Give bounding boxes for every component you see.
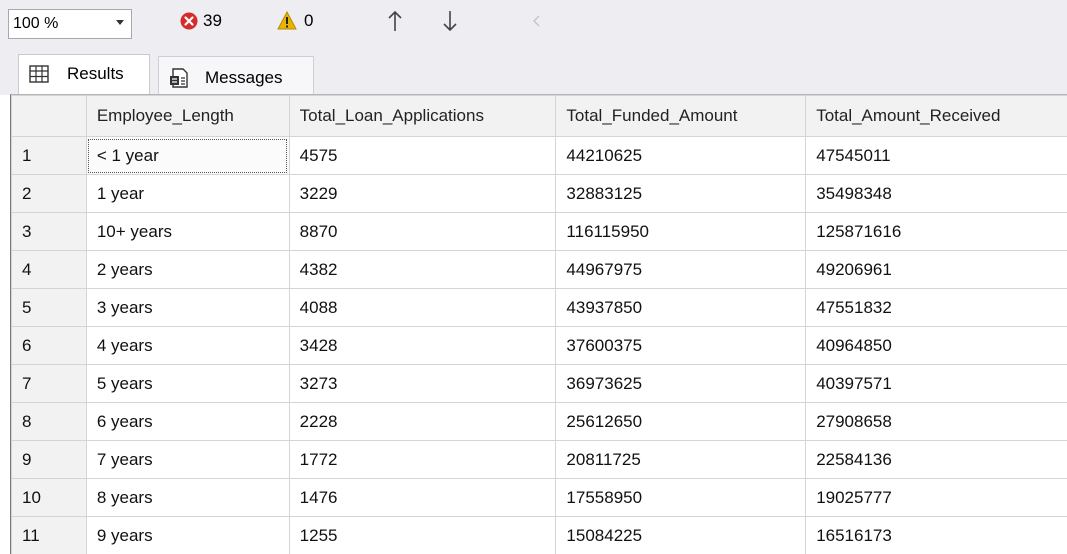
table-cell[interactable]: 1772 bbox=[289, 441, 556, 479]
table-cell[interactable]: 4575 bbox=[289, 137, 556, 175]
table-cell[interactable]: 1 year bbox=[86, 175, 289, 213]
table-cell[interactable]: 1476 bbox=[289, 479, 556, 517]
column-header-total-funded-amount[interactable]: Total_Funded_Amount bbox=[556, 96, 806, 137]
table-cell[interactable]: 40964850 bbox=[806, 327, 1067, 365]
table-cell[interactable]: 47545011 bbox=[806, 137, 1067, 175]
table-cell[interactable]: 15084225 bbox=[556, 517, 806, 554]
table-cell[interactable]: 7 years bbox=[86, 441, 289, 479]
results-table: Employee_Length Total_Loan_Applications … bbox=[11, 95, 1067, 554]
table-cell[interactable]: 4088 bbox=[289, 289, 556, 327]
column-header-employee-length[interactable]: Employee_Length bbox=[86, 96, 289, 137]
error-count[interactable]: 39 bbox=[203, 11, 222, 31]
column-header-total-loan-applications[interactable]: Total_Loan_Applications bbox=[289, 96, 556, 137]
results-grid: Employee_Length Total_Loan_Applications … bbox=[10, 94, 1067, 554]
table-cell[interactable]: 9 years bbox=[86, 517, 289, 554]
table-cell[interactable]: 44967975 bbox=[556, 251, 806, 289]
table-cell[interactable]: 3428 bbox=[289, 327, 556, 365]
table-cell[interactable]: 37600375 bbox=[556, 327, 806, 365]
row-number[interactable]: 7 bbox=[12, 365, 87, 403]
table-cell[interactable]: < 1 year bbox=[86, 137, 289, 175]
warning-count[interactable]: 0 bbox=[304, 11, 313, 31]
table-cell[interactable]: 17558950 bbox=[556, 479, 806, 517]
table-row[interactable]: 75 years32733697362540397571 bbox=[12, 365, 1067, 403]
table-cell[interactable]: 35498348 bbox=[806, 175, 1067, 213]
row-number[interactable]: 2 bbox=[12, 175, 87, 213]
error-icon[interactable] bbox=[180, 12, 198, 30]
table-row[interactable]: 310+ years8870116115950125871616 bbox=[12, 213, 1067, 251]
table-cell[interactable]: 2 years bbox=[86, 251, 289, 289]
row-number[interactable]: 3 bbox=[12, 213, 87, 251]
table-row[interactable]: 119 years12551508422516516173 bbox=[12, 517, 1067, 554]
table-cell[interactable]: 27908658 bbox=[806, 403, 1067, 441]
zoom-select[interactable]: 100 % bbox=[8, 9, 132, 39]
table-row[interactable]: 97 years17722081172522584136 bbox=[12, 441, 1067, 479]
tab-results-label: Results bbox=[67, 64, 124, 84]
table-cell[interactable]: 6 years bbox=[86, 403, 289, 441]
grid-icon bbox=[29, 65, 49, 88]
tab-messages-label: Messages bbox=[205, 68, 282, 88]
row-number[interactable]: 5 bbox=[12, 289, 87, 327]
tab-messages[interactable]: Messages bbox=[158, 56, 314, 94]
row-number[interactable]: 8 bbox=[12, 403, 87, 441]
table-cell[interactable]: 16516173 bbox=[806, 517, 1067, 554]
chevron-down-icon[interactable] bbox=[115, 19, 125, 27]
table-cell[interactable]: 47551832 bbox=[806, 289, 1067, 327]
table-cell[interactable]: 5 years bbox=[86, 365, 289, 403]
tab-results[interactable]: Results bbox=[18, 54, 150, 94]
table-cell[interactable]: 125871616 bbox=[806, 213, 1067, 251]
table-cell[interactable]: 43937850 bbox=[556, 289, 806, 327]
left-arrow-icon bbox=[533, 14, 541, 32]
table-cell[interactable]: 32883125 bbox=[556, 175, 806, 213]
table-row[interactable]: 1< 1 year45754421062547545011 bbox=[12, 137, 1067, 175]
table-cell[interactable]: 2228 bbox=[289, 403, 556, 441]
row-number[interactable]: 10 bbox=[12, 479, 87, 517]
table-cell[interactable]: 116115950 bbox=[556, 213, 806, 251]
table-row[interactable]: 21 year32293288312535498348 bbox=[12, 175, 1067, 213]
table-cell[interactable]: 40397571 bbox=[806, 365, 1067, 403]
table-cell[interactable]: 8 years bbox=[86, 479, 289, 517]
table-row[interactable]: 42 years43824496797549206961 bbox=[12, 251, 1067, 289]
table-row[interactable]: 108 years14761755895019025777 bbox=[12, 479, 1067, 517]
table-cell[interactable]: 4382 bbox=[289, 251, 556, 289]
table-cell[interactable]: 4 years bbox=[86, 327, 289, 365]
table-cell[interactable]: 10+ years bbox=[86, 213, 289, 251]
table-row[interactable]: 64 years34283760037540964850 bbox=[12, 327, 1067, 365]
row-number[interactable]: 1 bbox=[12, 137, 87, 175]
zoom-value: 100 % bbox=[13, 15, 58, 33]
messages-icon bbox=[169, 67, 191, 94]
table-cell[interactable]: 3229 bbox=[289, 175, 556, 213]
column-header-total-amount-received[interactable]: Total_Amount_Received bbox=[806, 96, 1067, 137]
header-row: Employee_Length Total_Loan_Applications … bbox=[12, 96, 1067, 137]
corner-cell[interactable] bbox=[12, 96, 87, 137]
table-cell[interactable]: 25612650 bbox=[556, 403, 806, 441]
table-cell[interactable]: 44210625 bbox=[556, 137, 806, 175]
table-cell[interactable]: 1255 bbox=[289, 517, 556, 554]
table-cell[interactable]: 3 years bbox=[86, 289, 289, 327]
up-arrow-icon[interactable] bbox=[387, 10, 403, 37]
table-cell[interactable]: 22584136 bbox=[806, 441, 1067, 479]
table-row[interactable]: 53 years40884393785047551832 bbox=[12, 289, 1067, 327]
table-cell[interactable]: 3273 bbox=[289, 365, 556, 403]
row-number[interactable]: 6 bbox=[12, 327, 87, 365]
row-number[interactable]: 11 bbox=[12, 517, 87, 554]
status-bar: 100 % 39 0 bbox=[0, 0, 1067, 46]
table-cell[interactable]: 19025777 bbox=[806, 479, 1067, 517]
warning-icon[interactable] bbox=[277, 11, 297, 30]
down-arrow-icon[interactable] bbox=[442, 10, 458, 37]
table-row[interactable]: 86 years22282561265027908658 bbox=[12, 403, 1067, 441]
table-cell[interactable]: 8870 bbox=[289, 213, 556, 251]
table-cell[interactable]: 49206961 bbox=[806, 251, 1067, 289]
table-cell[interactable]: 36973625 bbox=[556, 365, 806, 403]
table-cell[interactable]: 20811725 bbox=[556, 441, 806, 479]
row-number[interactable]: 9 bbox=[12, 441, 87, 479]
row-number[interactable]: 4 bbox=[12, 251, 87, 289]
